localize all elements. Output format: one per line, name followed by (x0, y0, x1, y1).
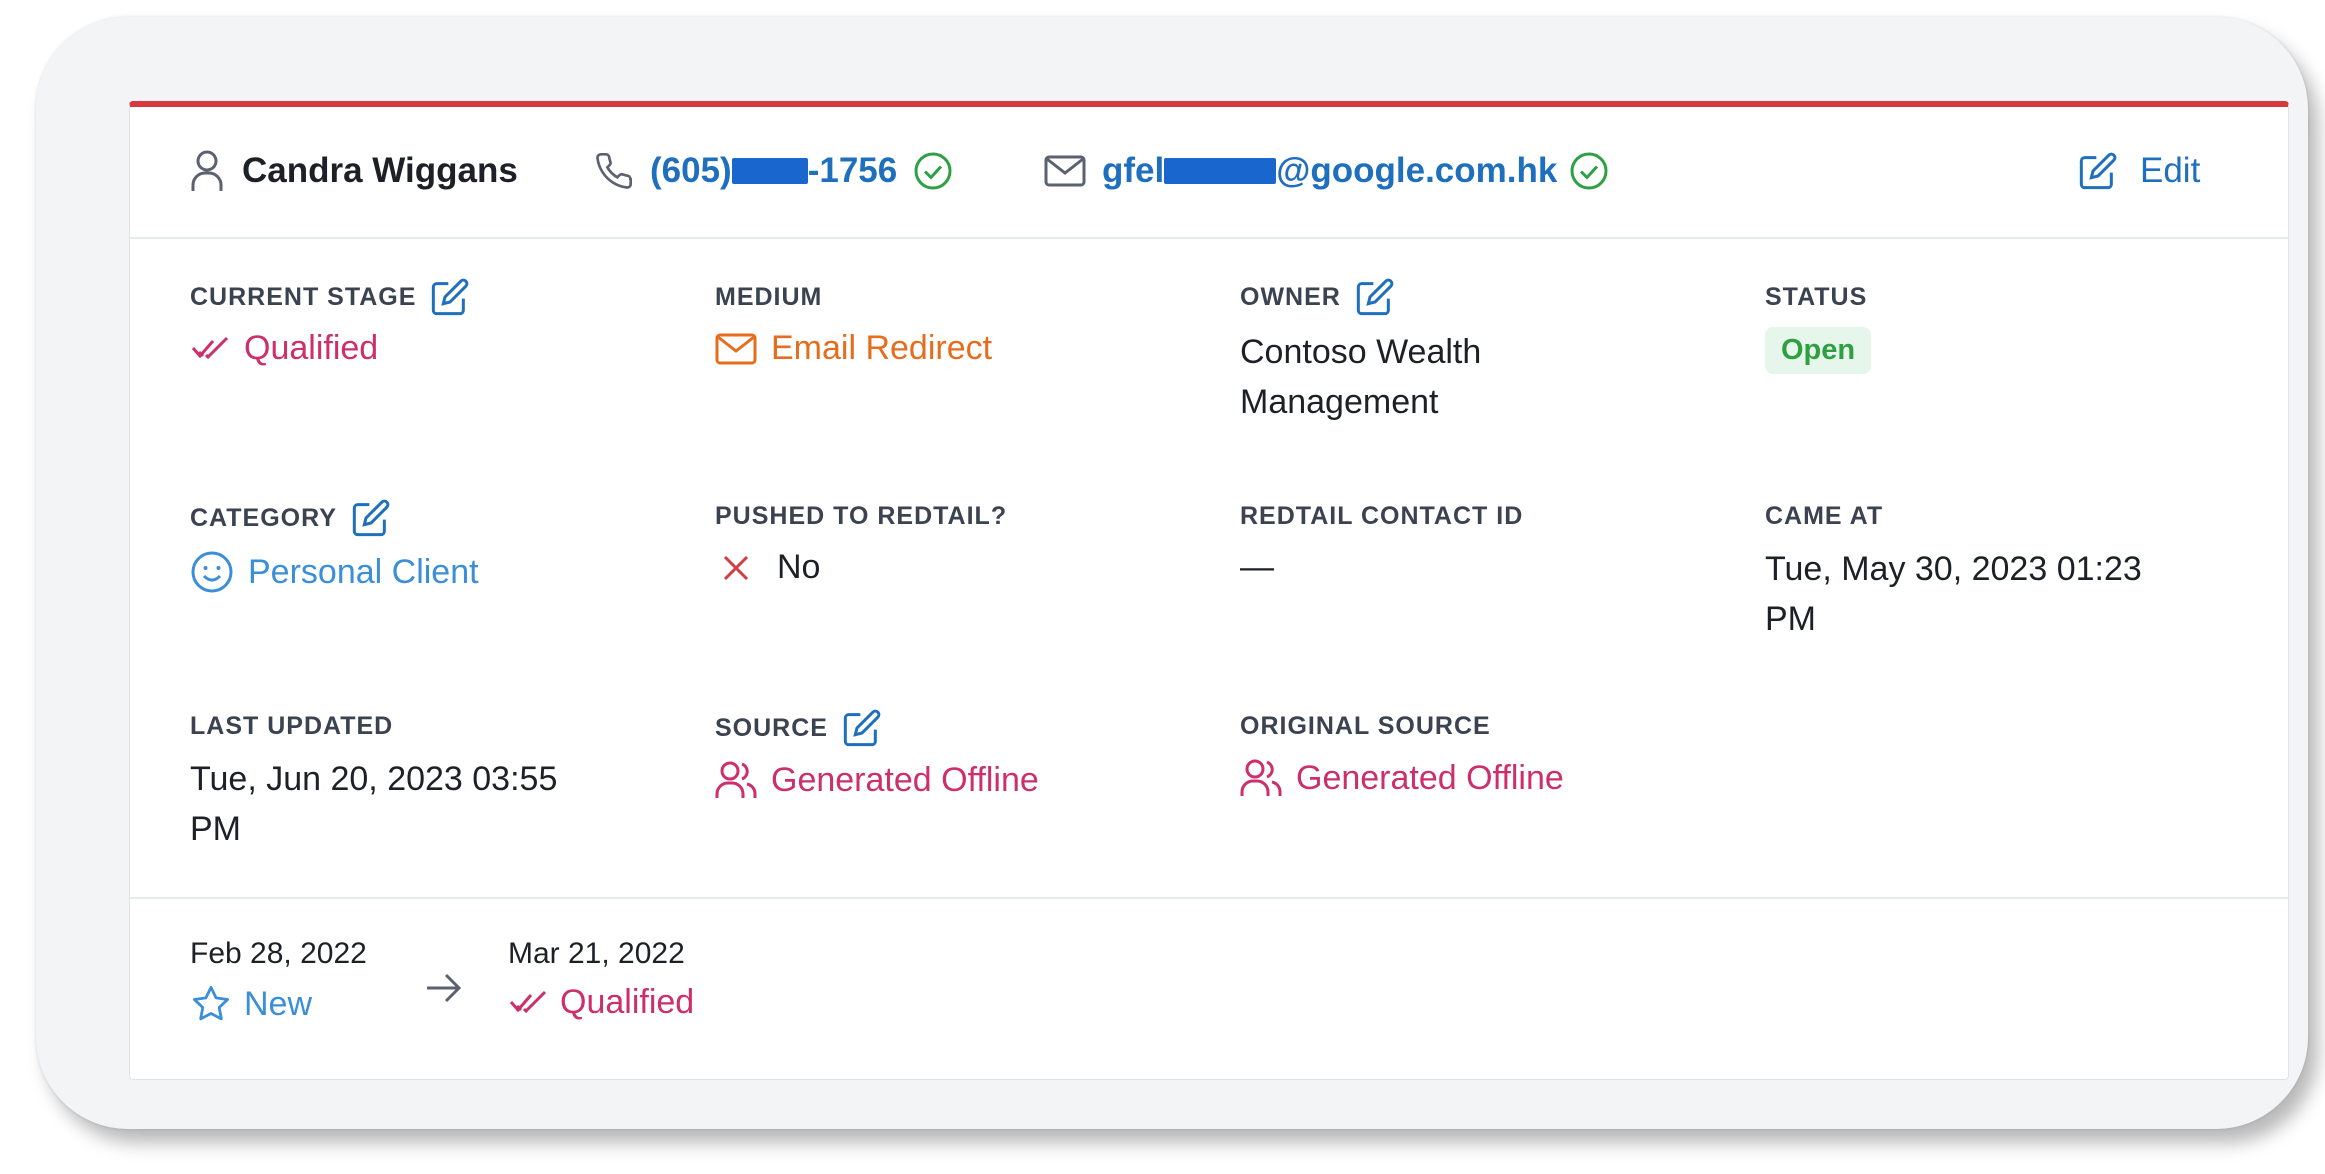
email-redaction (1164, 158, 1277, 184)
field-status: STATUS Open (1765, 275, 1872, 374)
edit-category-icon[interactable] (351, 498, 391, 538)
source-value-row: Generated Offline (715, 760, 1039, 800)
history-item: Mar 21, 2022 Qualified (508, 937, 694, 1022)
phone-redaction (731, 158, 808, 184)
category-label-row: CATEGORY (190, 496, 479, 540)
mail-icon (1044, 154, 1086, 188)
edit-button[interactable]: Edit (2078, 141, 2200, 201)
medium-value-row: Email Redirect (715, 329, 992, 368)
contact-name: Candra Wiggans (242, 151, 518, 190)
status-badge: Open (1765, 327, 1872, 374)
edit-source-icon[interactable] (842, 708, 882, 748)
contact-name-block: Candra Wiggans (190, 141, 518, 201)
last-updated-value: Tue, Jun 20, 2023 03:55 PM (190, 754, 557, 854)
field-source: SOURCE Generated Offline (715, 706, 1039, 800)
last-updated-value-line1: Tue, Jun 20, 2023 03:55 (190, 760, 558, 798)
redtail-id-label: REDTAIL CONTACT ID (1240, 501, 1524, 530)
mail-icon (715, 332, 757, 366)
category-value: Personal Client (248, 552, 479, 591)
original-source-label: ORIGINAL SOURCE (1240, 711, 1491, 740)
field-original-source: ORIGINAL SOURCE Generated Offline (1240, 704, 1564, 798)
source-label: SOURCE (715, 713, 828, 742)
owner-label-row: OWNER (1240, 275, 1481, 319)
original-source-label-row: ORIGINAL SOURCE (1240, 704, 1564, 748)
field-category: CATEGORY Personal Client (190, 496, 479, 594)
current-stage-label: CURRENT STAGE (190, 282, 417, 311)
phone-block[interactable]: (605) -1756 (594, 141, 953, 201)
double-check-icon (508, 988, 548, 1018)
history-stage-row: Qualified (508, 983, 694, 1022)
last-updated-label: LAST UPDATED (190, 711, 394, 740)
arrow-right-icon (424, 971, 464, 1005)
medium-label: MEDIUM (715, 282, 823, 311)
category-label: CATEGORY (190, 503, 337, 532)
medium-value: Email Redirect (771, 329, 993, 367)
status-label-row: STATUS (1765, 275, 1871, 319)
star-icon (190, 983, 232, 1025)
window-frame: Candra Wiggans (605) -1756 gfel @google.… (36, 17, 2308, 1129)
field-pushed-to-redtail: PUSHED TO REDTAIL? No (715, 494, 1007, 587)
category-value-row: Personal Client (190, 550, 479, 594)
field-came-at: CAME AT Tue, May 30, 2023 01:23 PM (1765, 494, 2142, 644)
users-icon (1240, 758, 1282, 798)
medium-label-row: MEDIUM (715, 275, 992, 319)
current-stage-value-row: Qualified (190, 329, 470, 368)
phone-verified-icon (913, 151, 953, 191)
last-updated-value-line2: PM (190, 810, 241, 848)
user-icon (190, 149, 224, 193)
field-last-updated: LAST UPDATED Tue, Jun 20, 2023 03:55 PM (190, 704, 557, 854)
users-icon (715, 760, 757, 800)
edit-icon (2078, 151, 2118, 191)
phone-icon (594, 151, 634, 191)
x-icon (721, 553, 751, 583)
field-redtail-contact-id: REDTAIL CONTACT ID — (1240, 494, 1523, 587)
last-updated-label-row: LAST UPDATED (190, 704, 557, 748)
edit-label[interactable]: Edit (2140, 151, 2200, 191)
pushed-label: PUSHED TO REDTAIL? (715, 501, 1008, 530)
edit-current-stage-icon[interactable] (430, 277, 470, 317)
original-source-value-row: Generated Offline (1240, 758, 1564, 798)
came-at-value: Tue, May 30, 2023 01:23 PM (1765, 544, 2142, 644)
redtail-id-label-row: REDTAIL CONTACT ID (1240, 494, 1523, 538)
came-at-value-line1: Tue, May 30, 2023 01:23 (1765, 550, 2142, 588)
pushed-value: No (777, 548, 821, 586)
history-divider (130, 897, 2288, 899)
contact-header: Candra Wiggans (605) -1756 gfel @google.… (130, 107, 2288, 239)
came-at-value-line2: PM (1765, 600, 1816, 638)
owner-value-line1: Contoso Wealth (1240, 333, 1482, 371)
owner-value-line2: Management (1240, 383, 1439, 421)
redtail-id-value: — (1240, 548, 1274, 586)
history-stage: New (244, 984, 313, 1023)
history-stage-row: New (190, 983, 367, 1025)
history-item: Feb 28, 2022 New (190, 937, 367, 1025)
owner-label: OWNER (1240, 282, 1341, 311)
field-medium: MEDIUM Email Redirect (715, 275, 992, 368)
email-prefix[interactable]: gfel (1102, 151, 1164, 191)
phone-prefix[interactable]: (605) (650, 151, 732, 191)
status-label: STATUS (1765, 282, 1868, 311)
smiley-icon (190, 550, 234, 594)
pushed-value-row: No (715, 548, 1007, 587)
came-at-label-row: CAME AT (1765, 494, 2142, 538)
history-date: Feb 28, 2022 (190, 937, 367, 970)
current-stage-label-row: CURRENT STAGE (190, 275, 470, 319)
history-stage: Qualified (560, 983, 695, 1021)
pushed-label-row: PUSHED TO REDTAIL? (715, 494, 1007, 538)
came-at-label: CAME AT (1765, 501, 1884, 530)
email-verified-icon (1569, 151, 1609, 191)
source-value: Generated Offline (771, 760, 1039, 799)
original-source-value: Generated Offline (1296, 758, 1564, 797)
current-stage-value: Qualified (244, 329, 379, 367)
owner-value: Contoso Wealth Management (1240, 327, 1481, 427)
double-check-icon (190, 334, 230, 364)
email-block[interactable]: gfel @google.com.hk (1044, 141, 1609, 201)
contact-card: Candra Wiggans (605) -1756 gfel @google.… (129, 101, 2289, 1080)
edit-owner-icon[interactable] (1355, 277, 1395, 317)
field-owner: OWNER Contoso Wealth Management (1240, 275, 1481, 427)
field-current-stage: CURRENT STAGE Qualified (190, 275, 470, 368)
email-suffix[interactable]: @google.com.hk (1276, 151, 1557, 191)
phone-suffix[interactable]: -1756 (808, 151, 898, 191)
source-label-row: SOURCE (715, 706, 1039, 750)
history-date: Mar 21, 2022 (508, 937, 685, 970)
